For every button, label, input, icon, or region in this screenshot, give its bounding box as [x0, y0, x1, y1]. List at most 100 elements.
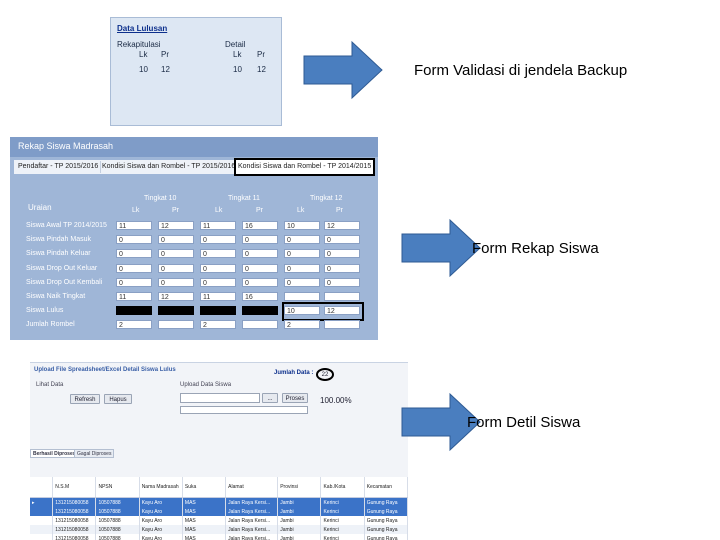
rekap-cell[interactable]: 0 — [200, 263, 236, 273]
rekap-cell[interactable]: 0 — [284, 249, 320, 259]
rekap-cell[interactable] — [242, 320, 278, 330]
rekap-cell[interactable]: 0 — [116, 235, 152, 245]
rekap-cell[interactable]: 16 — [242, 221, 278, 230]
column-header[interactable]: Kab./Kota — [320, 477, 365, 498]
rekap-cell[interactable]: 2 — [116, 320, 152, 330]
rekap-row-label: Siswa Lulus — [26, 307, 64, 315]
rekap-cell[interactable]: 0 — [158, 277, 194, 287]
rekap-lk-header: Lk — [139, 50, 148, 59]
table-cell: Jalan Raya Kersi... — [225, 497, 279, 507]
rekap-cell[interactable]: 2 — [200, 320, 236, 330]
rekap-row-label: Siswa Drop Out Kembali — [26, 278, 103, 286]
column-header[interactable]: NPSN — [95, 477, 140, 498]
table-row[interactable]: 131215080058 10507888 Kayu Aro MAS Jalan Ray… — [30, 507, 408, 516]
rekap-cell[interactable]: 11 — [200, 292, 236, 301]
rekap-cell[interactable]: 11 — [116, 292, 152, 301]
tab-kondisi-2015[interactable]: Kondisi Siswa dan Rombel - TP 2015/2016 — [100, 161, 239, 173]
rekap-cell[interactable]: 11 — [200, 221, 236, 230]
table-cell: 131215080058 — [52, 534, 97, 540]
rekap-cell[interactable]: 0 — [158, 263, 194, 273]
table-cell: Jalan Raya Kersi... — [225, 525, 279, 534]
rekap-cell[interactable]: 0 — [158, 235, 194, 245]
rekap-cell[interactable]: 0 — [284, 277, 320, 287]
refresh-button[interactable]: Refresh — [70, 394, 100, 404]
rekap-cell[interactable] — [324, 320, 360, 330]
rekap-cell[interactable] — [200, 306, 236, 316]
tab-pendaftar[interactable]: Pendaftar - TP 2015/2016 — [16, 161, 102, 173]
rekap-cell[interactable] — [284, 292, 320, 301]
rekap-cell[interactable]: 0 — [200, 277, 236, 287]
table-cell: MAS — [182, 534, 227, 540]
rekap-cell[interactable]: 0 — [116, 249, 152, 259]
rekap-cell[interactable]: 12 — [324, 221, 360, 230]
hapus-button[interactable]: Hapus — [104, 394, 132, 404]
rekap-cell[interactable]: 12 — [324, 306, 360, 316]
detail-pr-header: Pr — [257, 50, 265, 59]
table-row[interactable]: 131215080058 10507888 Kayu Aro MAS Jalan Ray… — [30, 534, 408, 540]
rekap-cell[interactable]: 12 — [158, 292, 194, 301]
arrow-right-icon — [303, 40, 383, 100]
rekap-cell[interactable] — [158, 306, 194, 316]
table-cell: MAS — [182, 497, 227, 507]
column-header[interactable]: Nama Madrasah — [139, 477, 183, 498]
table-cell: MAS — [182, 525, 227, 534]
lk-header-10: Lk — [132, 207, 140, 214]
rekap-cell[interactable] — [242, 306, 278, 316]
table-cell: 10507888 — [95, 507, 140, 516]
rekap-cell[interactable]: 0 — [324, 235, 360, 245]
table-cell: Kayu Aro — [139, 525, 183, 534]
column-header[interactable]: Alamat — [225, 477, 279, 498]
table-cell: Jambi — [277, 534, 322, 540]
column-header[interactable]: Kecamatan — [364, 477, 408, 498]
tab-gagal[interactable]: Gagal Diproses — [74, 449, 115, 458]
rekap-cell[interactable]: 2 — [284, 320, 320, 330]
table-cell: Gunung Raya — [364, 534, 408, 540]
rekap-cell[interactable] — [158, 320, 194, 330]
table-cell: Kerinci — [320, 507, 365, 516]
data-lulusan-panel: Data Lulusan Rekapitulasi Detail Lk Pr L… — [110, 17, 282, 126]
rekap-pr-value: 12 — [161, 65, 170, 74]
rekap-cell[interactable]: 0 — [200, 235, 236, 245]
rekap-cell[interactable] — [324, 292, 360, 301]
rekap-cell[interactable]: 0 — [242, 235, 278, 245]
rekap-cell[interactable]: 0 — [324, 263, 360, 273]
data-lulusan-title: Data Lulusan — [117, 24, 168, 33]
table-cell: 10507888 — [95, 497, 140, 507]
rekap-cell[interactable]: 0 — [158, 249, 194, 259]
rekap-cell[interactable]: 0 — [242, 263, 278, 273]
table-row[interactable]: 131215080058 10507888 Kayu Aro MAS Jalan Ray… — [30, 525, 408, 534]
rekap-cell[interactable]: 10 — [284, 306, 320, 316]
table-cell: MAS — [182, 507, 227, 516]
table-cell: 10507888 — [95, 525, 140, 534]
tingkat-12-header: Tingkat 12 — [310, 195, 343, 202]
rekap-cell[interactable] — [116, 306, 152, 316]
table-cell: Jalan Raya Kersi... — [225, 534, 279, 540]
rekap-cell[interactable]: 12 — [158, 221, 194, 230]
rekap-cell[interactable]: 0 — [116, 263, 152, 273]
file-path-input[interactable] — [180, 393, 260, 403]
table-row[interactable]: 131215080058 10507888 Kayu Aro MAS Jalan Ray… — [30, 516, 408, 525]
column-header[interactable]: N.S.M — [52, 477, 97, 498]
rekap-cell[interactable]: 0 — [242, 277, 278, 287]
rekap-cell[interactable]: 0 — [324, 249, 360, 259]
rekap-cell[interactable]: 16 — [242, 292, 278, 301]
rekap-cell[interactable]: 0 — [242, 249, 278, 259]
table-cell: 10507888 — [95, 534, 140, 540]
rekap-cell[interactable]: 0 — [324, 277, 360, 287]
tab-berhasil[interactable]: Berhasil Diproses — [30, 449, 79, 458]
rekap-cell[interactable]: 0 — [284, 263, 320, 273]
browse-button[interactable]: ... — [262, 393, 278, 403]
rekap-cell[interactable]: 0 — [116, 277, 152, 287]
table-cell: 131215080058 — [52, 516, 97, 525]
rekap-cell[interactable]: 10 — [284, 221, 320, 230]
column-header[interactable]: Suka — [182, 477, 227, 498]
table-body: ▸ 131215080058 10507888 Kayu Aro MAS Jalan Ra… — [30, 497, 408, 540]
rekap-cell[interactable]: 11 — [116, 221, 152, 230]
table-row[interactable]: ▸ 131215080058 10507888 Kayu Aro MAS Jalan Ra… — [30, 497, 408, 507]
column-header[interactable]: Provinsi — [277, 477, 322, 498]
rekap-cell[interactable]: 0 — [284, 235, 320, 245]
proses-button[interactable]: Proses — [282, 393, 308, 403]
table-cell: Jalan Raya Kersi... — [225, 507, 279, 516]
rekap-cell[interactable]: 0 — [200, 249, 236, 259]
tab-kondisi-2014[interactable]: Kondisi Siswa dan Rombel - TP 2014/2015 — [234, 158, 376, 176]
